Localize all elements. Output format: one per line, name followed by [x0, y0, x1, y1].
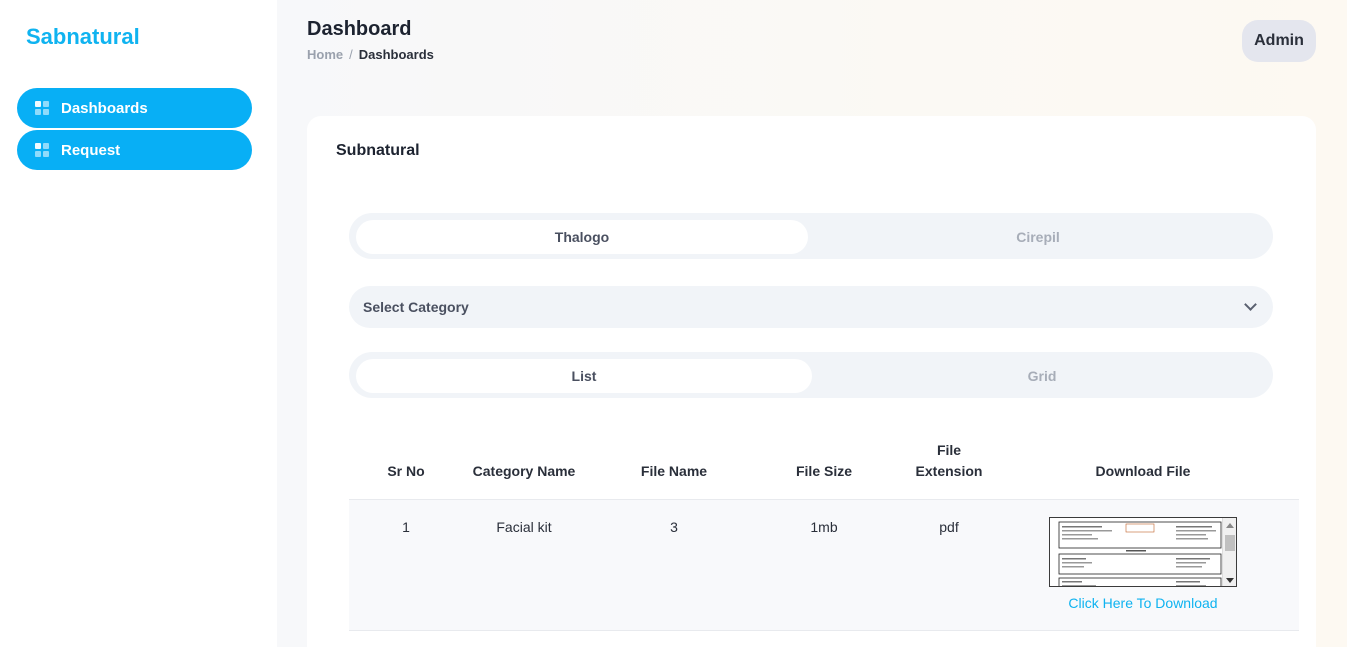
breadcrumb: Home / Dashboards: [307, 47, 434, 62]
brand-tab-switcher: Thalogo Cirepil: [349, 213, 1273, 259]
cell-category-name: Facial kit: [496, 519, 552, 535]
cell-file-extension: pdf: [939, 519, 959, 535]
column-header-download-file: Download File: [1095, 463, 1191, 479]
scroll-up-arrow-icon[interactable]: [1226, 523, 1234, 528]
column-header-file-size: File Size: [795, 463, 853, 479]
tab-grid-view[interactable]: Grid: [816, 359, 1268, 393]
tab-thalogo[interactable]: Thalogo: [356, 220, 808, 254]
files-table: Sr No Category Name File Name File Size …: [349, 436, 1299, 631]
view-tab-switcher: List Grid: [349, 352, 1273, 398]
tab-list-view[interactable]: List: [356, 359, 812, 393]
pdf-preview-thumbnail[interactable]: [1049, 517, 1237, 587]
column-header-file-extension: File Extension: [915, 442, 983, 479]
sidebar-item-label: Request: [61, 141, 121, 159]
brand-logo-text[interactable]: Sabnatural: [26, 24, 140, 50]
cell-file-name: 3: [670, 519, 678, 535]
column-header-sr-no: Sr No: [387, 463, 425, 479]
sidebar: Sabnatural Dashboards Request: [0, 0, 277, 647]
sidebar-item-label: Dashboards: [61, 99, 148, 117]
column-header-file-name: File Name: [640, 463, 708, 479]
sidebar-item-dashboards[interactable]: Dashboards: [17, 88, 252, 128]
tab-cirepil[interactable]: Cirepil: [812, 220, 1264, 254]
table-row: 1 Facial kit 3 1mb pdf Click Here To Dow…: [349, 500, 1299, 631]
download-file-link[interactable]: Click Here To Download: [1049, 595, 1237, 611]
column-header-category-name: Category Name: [472, 463, 576, 479]
preview-scrollbar[interactable]: [1222, 518, 1236, 586]
admin-user-button[interactable]: Admin: [1242, 20, 1316, 62]
card-title: Subnatural: [336, 142, 420, 159]
page-title: Dashboard: [307, 18, 412, 40]
breadcrumb-separator: /: [349, 47, 353, 62]
category-select[interactable]: Select Category: [349, 286, 1273, 328]
cell-file-size: 1mb: [810, 519, 838, 535]
grid-icon: [35, 143, 49, 157]
grid-icon: [35, 101, 49, 115]
scroll-down-arrow-icon[interactable]: [1226, 578, 1234, 583]
table-header: Sr No Category Name File Name File Size …: [349, 436, 1299, 500]
breadcrumb-home-link[interactable]: Home: [307, 47, 343, 62]
main-content: Dashboard Home / Dashboards Admin Subnat…: [277, 0, 1347, 647]
content-card: Subnatural Thalogo Cirepil Select Catego…: [307, 116, 1316, 647]
scroll-thumb[interactable]: [1225, 535, 1235, 551]
cell-sr-no: 1: [402, 519, 410, 535]
pdf-document-preview-icon: [1058, 521, 1222, 586]
sidebar-item-request[interactable]: Request: [17, 130, 252, 170]
category-select-value: Select Category: [363, 299, 469, 315]
chevron-down-icon: [1244, 298, 1257, 311]
breadcrumb-current: Dashboards: [358, 47, 434, 62]
